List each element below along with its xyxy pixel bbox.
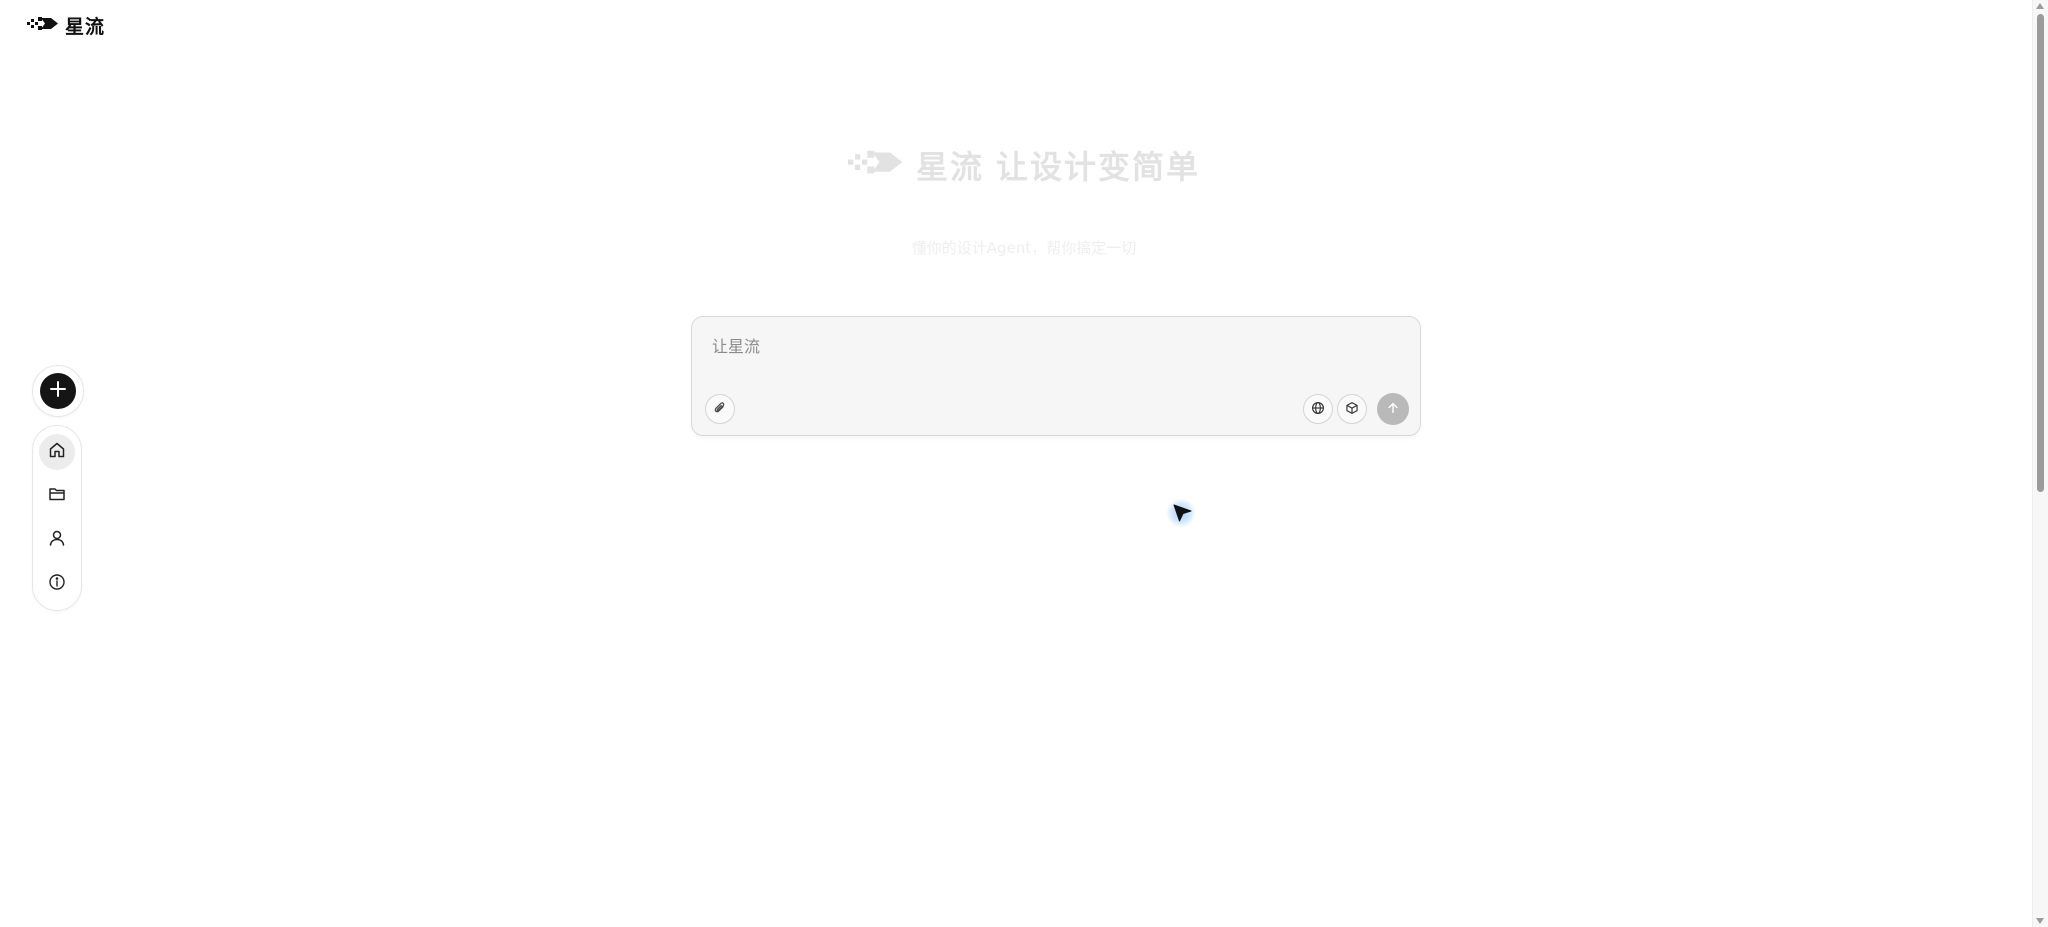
sidebar-item-info[interactable] [39, 566, 75, 602]
scrollbar-thumb[interactable] [2037, 14, 2044, 492]
hero-tagline: 让设计变简单 [996, 148, 1201, 186]
cube-icon [1345, 400, 1359, 419]
prompt-composer [691, 316, 1421, 436]
brand-logo[interactable]: 星流 [27, 12, 105, 39]
hero-heading: 星流 让设计变简单 [0, 142, 2048, 188]
folder-icon [48, 485, 66, 507]
globe-icon [1311, 400, 1325, 419]
model-button[interactable] [1337, 394, 1367, 424]
send-button[interactable] [1377, 393, 1409, 425]
paperclip-icon [713, 400, 727, 419]
attach-button[interactable] [705, 394, 735, 424]
hero-brand: 星流 [915, 148, 984, 186]
prompt-input[interactable] [710, 331, 1404, 361]
info-icon [48, 573, 66, 595]
sidebar-item-profile[interactable] [39, 522, 75, 558]
home-icon [48, 441, 66, 463]
sidebar-item-home[interactable] [39, 434, 75, 470]
sidebar-item-folder[interactable] [39, 478, 75, 514]
page-scrollbar[interactable] [2032, 0, 2048, 927]
arrow-up-icon [1386, 400, 1400, 419]
page: 星流 星流 让设计变简单 懂你的设计Agent，帮你搞定一切 让星流 [0, 0, 2048, 927]
web-search-button[interactable] [1303, 394, 1333, 424]
sidebar-nav [32, 425, 82, 611]
hero-logo-icon [847, 145, 904, 185]
scroll-down-icon[interactable] [2036, 918, 2044, 924]
new-button-wrapper [32, 365, 84, 417]
new-button[interactable] [40, 373, 76, 409]
plus-icon [49, 380, 67, 402]
mouse-cursor [1166, 498, 1196, 528]
scroll-up-icon[interactable] [2036, 3, 2044, 9]
hero-subtitle: 懂你的设计Agent，帮你搞定一切 [911, 239, 1137, 257]
xingliu-logo-icon [27, 14, 59, 38]
brand-name: 星流 [65, 16, 106, 38]
user-icon [48, 529, 66, 551]
